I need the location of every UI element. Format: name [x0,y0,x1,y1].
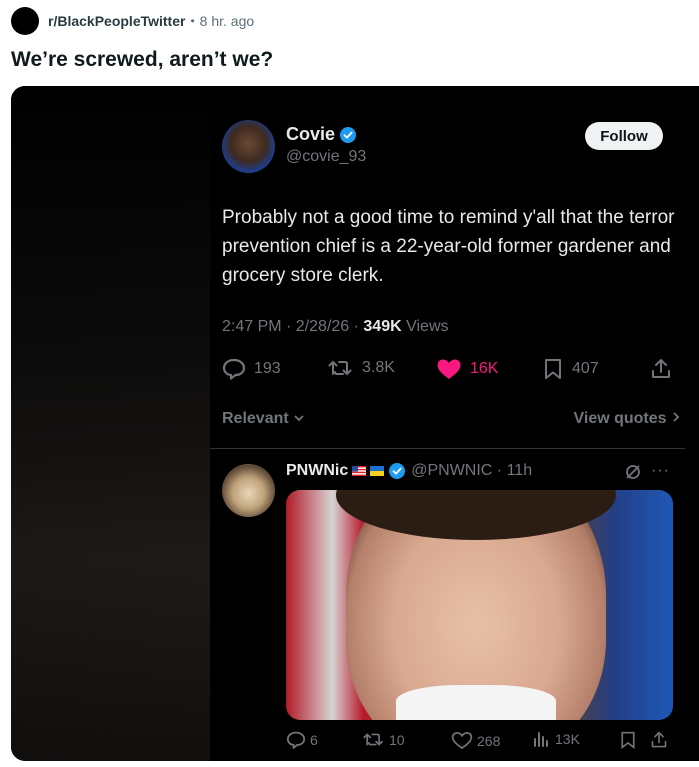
tweet-views-count: 349K [363,318,402,335]
verified-badge-icon [389,463,406,479]
subreddit-avatar[interactable] [11,7,39,35]
reply-like-action: 268 [451,731,500,750]
repost-icon [328,361,352,375]
reply-views-count: 13K [555,731,580,747]
image-background [11,86,211,761]
repost-action: 3.8K [328,358,395,378]
more-icon: ··· [651,462,670,479]
ukraine-flag-icon [370,466,385,476]
tweet-views-label: Views [401,318,449,335]
bookmark-count: 407 [572,360,599,377]
reply-count: 193 [254,360,281,377]
chevron-down-icon [294,415,304,422]
divider [210,448,685,449]
bookmark-action: 407 [542,358,599,380]
view-quotes: View quotes [573,410,681,428]
reply-actions: 6 10 268 13K [286,731,681,753]
photo-collar [396,685,556,720]
like-action: 16K [436,358,498,380]
chevron-right-icon [673,412,680,422]
bookmark-icon [621,731,635,749]
grok-icon [626,465,640,479]
share-icon [652,359,670,378]
reply-author-avatar [222,464,275,517]
repost-count: 3.8K [362,359,395,376]
tweet-meta: 2:47 PM · 2/28/26 · 349K Views [222,318,449,336]
reply-photo [286,490,673,720]
post-time: 8 hr. ago [199,13,255,29]
share-icon [651,731,667,748]
reply-action: 193 [222,358,281,380]
views-icon [534,732,548,747]
subreddit-name[interactable]: r/BlackPeopleTwitter [48,13,185,29]
tweet-author-name: Covie [286,124,336,144]
post-title[interactable]: We’re screwed, aren’t we? [11,48,273,72]
tweet-author-name-row: Covie [286,124,357,145]
view-quotes-label: View quotes [573,410,667,427]
reply-like-count: 268 [477,732,501,749]
reply-repost-action: 10 [363,731,405,748]
reply-icon [286,731,306,749]
post-image[interactable]: Covie @covie_93 Follow Probably not a go… [11,86,699,761]
reply-icon [222,358,246,380]
reply-author-handle: @PNWNIC · 11h [411,462,533,479]
sort-label: Relevant [222,410,289,427]
tweet-author-handle: @covie_93 [286,148,367,165]
share-action [650,358,680,380]
heart-outline-icon [451,732,473,750]
tweet-text: Probably not a good time to remind y'all… [222,207,675,286]
reply-views-action: 13K [533,731,580,747]
verified-badge-icon [340,126,357,143]
tweet-author-avatar [222,120,275,173]
heart-icon [437,359,461,379]
reply-share-action [650,731,672,749]
us-flag-icon [352,466,367,476]
bookmark-icon [545,359,561,379]
tweet-actions: 193 3.8K 16K 407 [222,358,677,384]
separator-dot: • [190,14,195,28]
like-count: 16K [470,360,499,377]
repost-icon [363,733,383,746]
reply-author-name: PNWNic [286,462,349,479]
reply-reply-count: 6 [310,732,318,748]
tweet-screenshot: Covie @covie_93 Follow Probably not a go… [210,86,699,761]
reply-header: PNWNic @PNWNIC · 11h [286,462,532,480]
reply-bookmark-action [619,731,641,749]
sort-relevant: Relevant [222,410,305,428]
follow-button: Follow [585,122,663,150]
reply-reply-action: 6 [286,731,318,749]
reply-repost-count: 10 [389,731,405,748]
tweet-timestamp: 2:47 PM · 2/28/26 · [222,318,364,335]
post-header: r/BlackPeopleTwitter • 8 hr. ago [11,7,254,35]
